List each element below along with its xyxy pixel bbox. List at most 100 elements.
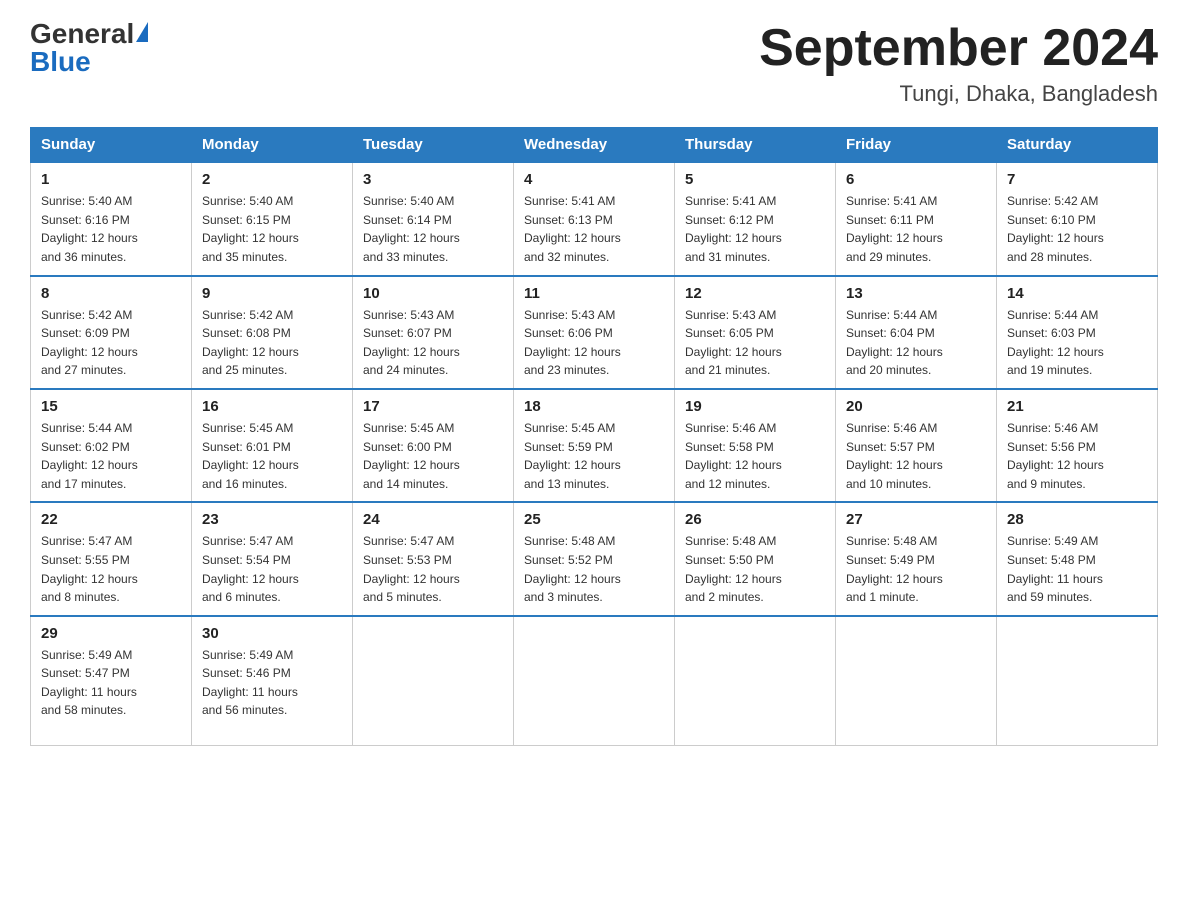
calendar-week-row: 1 Sunrise: 5:40 AMSunset: 6:16 PMDayligh… (31, 162, 1158, 275)
day-info: Sunrise: 5:40 AMSunset: 6:14 PMDaylight:… (363, 192, 503, 266)
day-number: 9 (202, 285, 342, 302)
day-number: 17 (363, 398, 503, 415)
day-number: 19 (685, 398, 825, 415)
day-info: Sunrise: 5:47 AMSunset: 5:53 PMDaylight:… (363, 532, 503, 606)
calendar-cell: 2 Sunrise: 5:40 AMSunset: 6:15 PMDayligh… (192, 162, 353, 275)
page-header: General Blue September 2024 Tungi, Dhaka… (30, 20, 1158, 107)
day-number: 18 (524, 398, 664, 415)
calendar-cell: 16 Sunrise: 5:45 AMSunset: 6:01 PMDaylig… (192, 389, 353, 502)
day-info: Sunrise: 5:46 AMSunset: 5:56 PMDaylight:… (1007, 419, 1147, 493)
calendar-body: 1 Sunrise: 5:40 AMSunset: 6:16 PMDayligh… (31, 162, 1158, 746)
logo-triangle-icon (136, 22, 148, 42)
col-friday: Friday (836, 128, 997, 163)
logo: General Blue (30, 20, 148, 76)
calendar-week-row: 29 Sunrise: 5:49 AMSunset: 5:47 PMDaylig… (31, 616, 1158, 746)
day-info: Sunrise: 5:41 AMSunset: 6:11 PMDaylight:… (846, 192, 986, 266)
day-number: 30 (202, 625, 342, 642)
day-info: Sunrise: 5:49 AMSunset: 5:47 PMDaylight:… (41, 646, 181, 720)
month-title: September 2024 (759, 20, 1158, 77)
day-info: Sunrise: 5:41 AMSunset: 6:13 PMDaylight:… (524, 192, 664, 266)
calendar-cell (353, 616, 514, 746)
calendar-cell (836, 616, 997, 746)
calendar-cell: 28 Sunrise: 5:49 AMSunset: 5:48 PMDaylig… (997, 502, 1158, 615)
day-info: Sunrise: 5:42 AMSunset: 6:08 PMDaylight:… (202, 306, 342, 380)
col-thursday: Thursday (675, 128, 836, 163)
day-number: 13 (846, 285, 986, 302)
logo-blue-text: Blue (30, 46, 91, 77)
day-info: Sunrise: 5:48 AMSunset: 5:52 PMDaylight:… (524, 532, 664, 606)
day-number: 22 (41, 511, 181, 528)
calendar-cell: 13 Sunrise: 5:44 AMSunset: 6:04 PMDaylig… (836, 276, 997, 389)
calendar-cell: 8 Sunrise: 5:42 AMSunset: 6:09 PMDayligh… (31, 276, 192, 389)
col-tuesday: Tuesday (353, 128, 514, 163)
day-number: 6 (846, 171, 986, 188)
calendar-cell: 3 Sunrise: 5:40 AMSunset: 6:14 PMDayligh… (353, 162, 514, 275)
calendar-week-row: 22 Sunrise: 5:47 AMSunset: 5:55 PMDaylig… (31, 502, 1158, 615)
calendar-cell: 23 Sunrise: 5:47 AMSunset: 5:54 PMDaylig… (192, 502, 353, 615)
calendar-table: Sunday Monday Tuesday Wednesday Thursday… (30, 127, 1158, 746)
calendar-cell: 5 Sunrise: 5:41 AMSunset: 6:12 PMDayligh… (675, 162, 836, 275)
day-number: 4 (524, 171, 664, 188)
day-info: Sunrise: 5:42 AMSunset: 6:09 PMDaylight:… (41, 306, 181, 380)
day-info: Sunrise: 5:44 AMSunset: 6:04 PMDaylight:… (846, 306, 986, 380)
day-info: Sunrise: 5:44 AMSunset: 6:02 PMDaylight:… (41, 419, 181, 493)
day-info: Sunrise: 5:41 AMSunset: 6:12 PMDaylight:… (685, 192, 825, 266)
location: Tungi, Dhaka, Bangladesh (759, 81, 1158, 107)
day-info: Sunrise: 5:40 AMSunset: 6:15 PMDaylight:… (202, 192, 342, 266)
calendar-cell (675, 616, 836, 746)
day-info: Sunrise: 5:47 AMSunset: 5:54 PMDaylight:… (202, 532, 342, 606)
calendar-cell: 9 Sunrise: 5:42 AMSunset: 6:08 PMDayligh… (192, 276, 353, 389)
day-info: Sunrise: 5:43 AMSunset: 6:06 PMDaylight:… (524, 306, 664, 380)
day-info: Sunrise: 5:42 AMSunset: 6:10 PMDaylight:… (1007, 192, 1147, 266)
calendar-cell: 19 Sunrise: 5:46 AMSunset: 5:58 PMDaylig… (675, 389, 836, 502)
day-number: 27 (846, 511, 986, 528)
calendar-cell: 21 Sunrise: 5:46 AMSunset: 5:56 PMDaylig… (997, 389, 1158, 502)
header-row: Sunday Monday Tuesday Wednesday Thursday… (31, 128, 1158, 163)
calendar-cell: 25 Sunrise: 5:48 AMSunset: 5:52 PMDaylig… (514, 502, 675, 615)
calendar-cell: 15 Sunrise: 5:44 AMSunset: 6:02 PMDaylig… (31, 389, 192, 502)
col-monday: Monday (192, 128, 353, 163)
day-number: 12 (685, 285, 825, 302)
day-number: 16 (202, 398, 342, 415)
day-number: 2 (202, 171, 342, 188)
day-info: Sunrise: 5:43 AMSunset: 6:05 PMDaylight:… (685, 306, 825, 380)
day-info: Sunrise: 5:45 AMSunset: 6:00 PMDaylight:… (363, 419, 503, 493)
calendar-cell: 30 Sunrise: 5:49 AMSunset: 5:46 PMDaylig… (192, 616, 353, 746)
calendar-cell: 6 Sunrise: 5:41 AMSunset: 6:11 PMDayligh… (836, 162, 997, 275)
day-info: Sunrise: 5:45 AMSunset: 6:01 PMDaylight:… (202, 419, 342, 493)
day-number: 15 (41, 398, 181, 415)
calendar-cell: 10 Sunrise: 5:43 AMSunset: 6:07 PMDaylig… (353, 276, 514, 389)
day-info: Sunrise: 5:49 AMSunset: 5:46 PMDaylight:… (202, 646, 342, 720)
calendar-cell: 27 Sunrise: 5:48 AMSunset: 5:49 PMDaylig… (836, 502, 997, 615)
day-number: 25 (524, 511, 664, 528)
col-wednesday: Wednesday (514, 128, 675, 163)
day-number: 10 (363, 285, 503, 302)
day-number: 28 (1007, 511, 1147, 528)
day-info: Sunrise: 5:46 AMSunset: 5:58 PMDaylight:… (685, 419, 825, 493)
day-number: 8 (41, 285, 181, 302)
calendar-cell (514, 616, 675, 746)
day-number: 1 (41, 171, 181, 188)
day-number: 21 (1007, 398, 1147, 415)
day-number: 23 (202, 511, 342, 528)
calendar-cell: 14 Sunrise: 5:44 AMSunset: 6:03 PMDaylig… (997, 276, 1158, 389)
day-number: 20 (846, 398, 986, 415)
calendar-cell: 1 Sunrise: 5:40 AMSunset: 6:16 PMDayligh… (31, 162, 192, 275)
day-info: Sunrise: 5:48 AMSunset: 5:50 PMDaylight:… (685, 532, 825, 606)
day-number: 7 (1007, 171, 1147, 188)
calendar-cell: 17 Sunrise: 5:45 AMSunset: 6:00 PMDaylig… (353, 389, 514, 502)
col-sunday: Sunday (31, 128, 192, 163)
day-info: Sunrise: 5:43 AMSunset: 6:07 PMDaylight:… (363, 306, 503, 380)
calendar-cell: 12 Sunrise: 5:43 AMSunset: 6:05 PMDaylig… (675, 276, 836, 389)
calendar-cell: 24 Sunrise: 5:47 AMSunset: 5:53 PMDaylig… (353, 502, 514, 615)
day-info: Sunrise: 5:45 AMSunset: 5:59 PMDaylight:… (524, 419, 664, 493)
calendar-cell: 11 Sunrise: 5:43 AMSunset: 6:06 PMDaylig… (514, 276, 675, 389)
day-number: 11 (524, 285, 664, 302)
title-area: September 2024 Tungi, Dhaka, Bangladesh (759, 20, 1158, 107)
day-info: Sunrise: 5:46 AMSunset: 5:57 PMDaylight:… (846, 419, 986, 493)
calendar-cell: 29 Sunrise: 5:49 AMSunset: 5:47 PMDaylig… (31, 616, 192, 746)
calendar-week-row: 15 Sunrise: 5:44 AMSunset: 6:02 PMDaylig… (31, 389, 1158, 502)
day-info: Sunrise: 5:44 AMSunset: 6:03 PMDaylight:… (1007, 306, 1147, 380)
day-number: 24 (363, 511, 503, 528)
day-number: 29 (41, 625, 181, 642)
